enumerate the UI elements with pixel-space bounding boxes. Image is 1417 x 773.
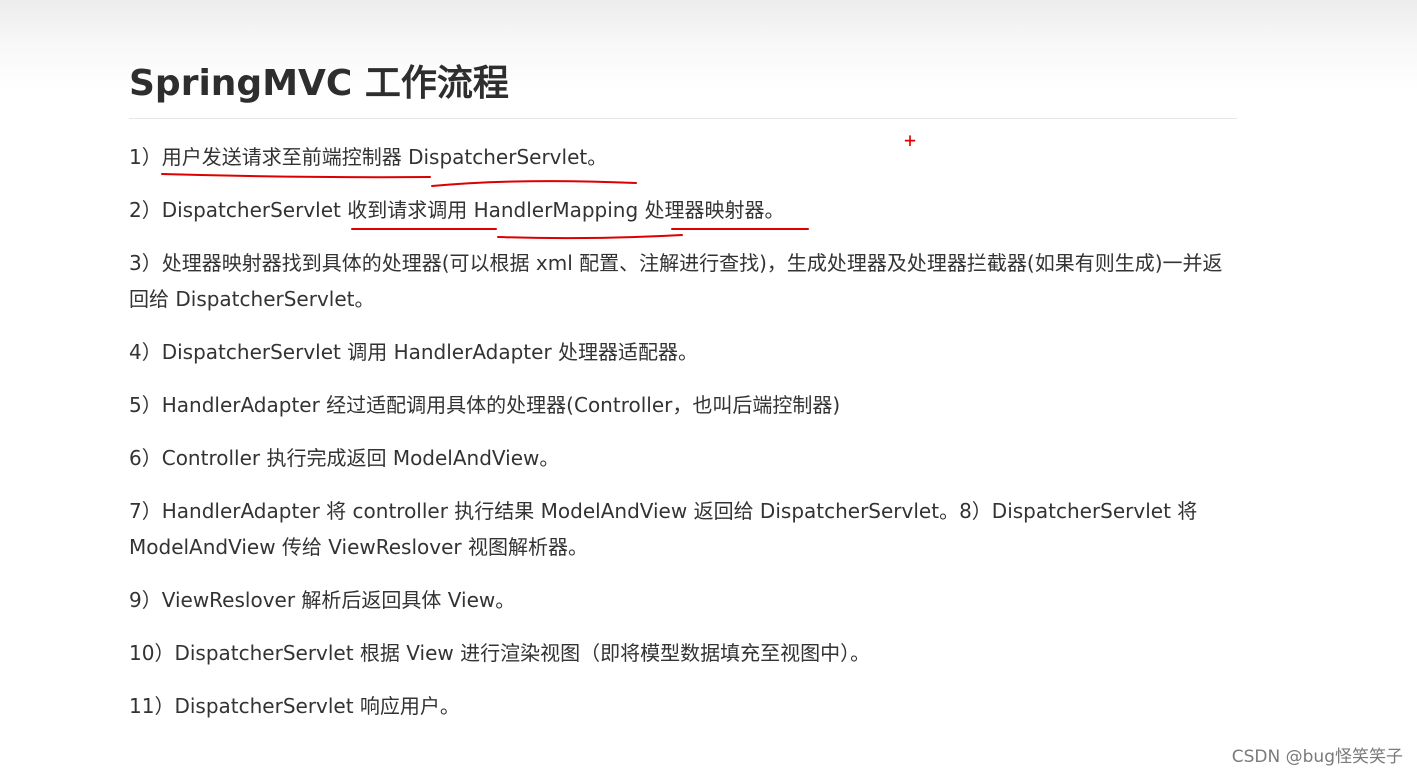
- crosshair-cursor-icon: +: [904, 128, 917, 152]
- watermark: CSDN @bug怪笑笑子: [1231, 747, 1403, 767]
- step-1: 1）用户发送请求至前端控制器 DispatcherServlet。: [129, 145, 608, 169]
- step-10: 10）DispatcherServlet 根据 View 进行渲染视图（即将模型…: [129, 641, 871, 665]
- step-5: 5）HandlerAdapter 经过适配调用具体的处理器(Controller…: [129, 393, 841, 417]
- article: SpringMVC 工作流程 1）用户发送请求至前端控制器 Dispatcher…: [129, 58, 1237, 741]
- step-4: 4）DispatcherServlet 调用 HandlerAdapter 处理…: [129, 340, 699, 364]
- title-divider: [129, 118, 1237, 119]
- step-11: 11）DispatcherServlet 响应用户。: [129, 694, 460, 718]
- step-3: 3）处理器映射器找到具体的处理器(可以根据 xml 配置、注解进行查找)，生成处…: [129, 251, 1223, 311]
- step-6: 6）Controller 执行完成返回 ModelAndView。: [129, 446, 560, 470]
- step-2: 2）DispatcherServlet 收到请求调用 HandlerMappin…: [129, 198, 785, 222]
- step-9: 9）ViewReslover 解析后返回具体 View。: [129, 588, 516, 612]
- page-title: SpringMVC 工作流程: [129, 63, 509, 104]
- step-7-8: 7）HandlerAdapter 将 controller 执行结果 Model…: [129, 499, 1198, 559]
- steps-list: 1）用户发送请求至前端控制器 DispatcherServlet。 2）Disp…: [129, 139, 1237, 724]
